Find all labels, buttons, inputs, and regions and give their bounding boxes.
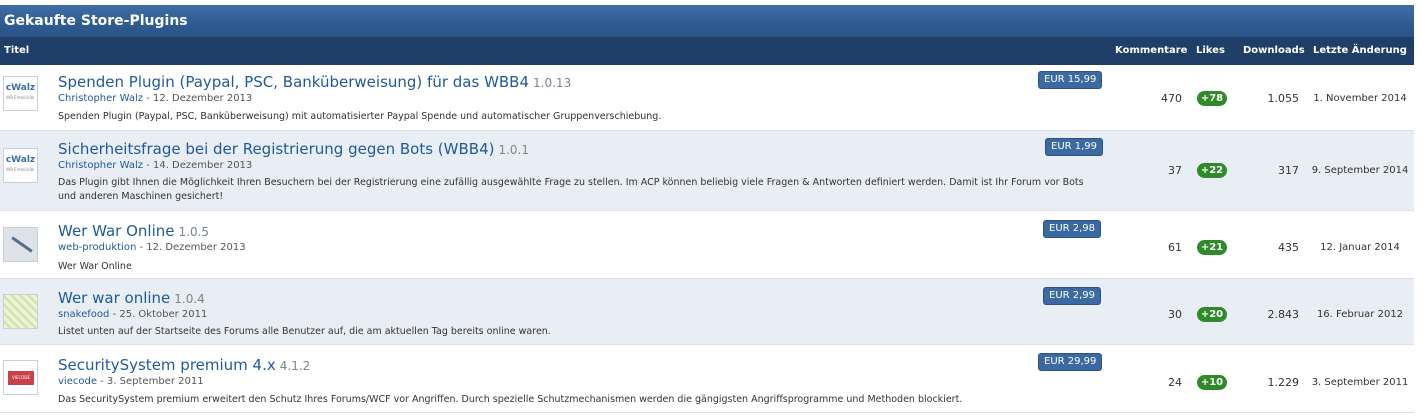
plugin-title-link[interactable]: Spenden Plugin (Paypal, PSC, Banküberwei… <box>58 73 529 91</box>
last-change-date: 1. November 2014 <box>1313 93 1407 104</box>
table-row: VIECODE SecuritySystem premium 4.x 4.1.2 … <box>0 345 1414 413</box>
likes-badge: +78 <box>1197 91 1227 106</box>
cwalz-logo-icon[interactable]: cWalz WB Entwickler <box>3 148 38 183</box>
downloads-count: 435 <box>1278 241 1299 254</box>
plugin-description: Spenden Plugin (Paypal, PSC, Banküberwei… <box>58 111 662 122</box>
likes-badge: +21 <box>1197 240 1227 255</box>
plugin-thumbnail-icon[interactable] <box>3 294 38 329</box>
plugin-version: 1.0.13 <box>533 76 572 90</box>
column-likes[interactable]: Likes <box>1196 45 1225 56</box>
table-row: cWalz WB Entwickler Sicherheitsfrage bei … <box>0 131 1414 211</box>
column-comments[interactable]: Kommentare <box>1115 45 1187 56</box>
plugin-thumbnail-icon[interactable] <box>3 227 38 262</box>
column-last-change[interactable]: Letzte Änderung <box>1313 45 1407 56</box>
column-title[interactable]: Titel <box>4 45 29 56</box>
likes-badge: +22 <box>1197 163 1227 178</box>
publish-date: - 25. Oktober 2011 <box>109 309 208 320</box>
plugin-description: Wer War Online <box>58 261 132 272</box>
price-badge: EUR 29,99 <box>1038 353 1103 371</box>
downloads-count: 2.843 <box>1267 308 1300 321</box>
last-change-date: 16. Februar 2012 <box>1316 309 1404 320</box>
price-badge: EUR 1,99 <box>1045 138 1104 156</box>
plugin-version: 4.1.2 <box>279 359 311 373</box>
store-plugins-panel: Gekaufte Store-Plugins Titel Kommentare … <box>0 0 1414 419</box>
price-badge: EUR 15,99 <box>1038 71 1103 89</box>
author-link[interactable]: snakefood <box>58 309 109 320</box>
cwalz-logo-icon[interactable]: cWalz WB Entwickler <box>3 76 38 111</box>
column-downloads[interactable]: Downloads <box>1243 45 1305 56</box>
last-change-date: 12. Januar 2014 <box>1320 242 1400 253</box>
publish-date: - 12. Dezember 2013 <box>143 93 253 104</box>
likes-badge: +20 <box>1197 307 1227 322</box>
plugin-description: Das Plugin gibt Ihnen die Möglichkeit Ih… <box>58 177 1084 202</box>
viecode-logo-icon[interactable]: VIECODE <box>3 360 38 395</box>
plugin-description: Listet unten auf der Startseite des Foru… <box>58 326 551 337</box>
comments-count: 470 <box>1161 92 1182 105</box>
table-row: Wer war online 1.0.4 snakefood - 25. Okto… <box>0 279 1414 345</box>
plugin-version: 1.0.5 <box>178 225 210 239</box>
panel-title: Gekaufte Store-Plugins <box>0 5 1414 37</box>
plugin-version: 1.0.1 <box>498 143 530 157</box>
author-link[interactable]: Christopher Walz <box>58 93 143 104</box>
comments-count: 24 <box>1168 376 1182 389</box>
publish-date: - 12. Dezember 2013 <box>136 242 246 253</box>
comments-count: 61 <box>1168 241 1182 254</box>
plugin-title-link[interactable]: SecuritySystem premium 4.x <box>58 356 276 374</box>
downloads-count: 1.229 <box>1267 376 1300 389</box>
plugin-list: cWalz WB Entwickler Spenden Plugin (Paypa… <box>0 65 1414 413</box>
table-row: cWalz WB Entwickler Spenden Plugin (Paypa… <box>0 65 1414 131</box>
author-link[interactable]: viecode <box>58 376 97 387</box>
plugin-description: Das SecuritySystem premium erweitert den… <box>58 394 963 405</box>
downloads-count: 1.055 <box>1267 92 1300 105</box>
table-row: Wer War Online 1.0.5 web-produktion - 12.… <box>0 211 1414 279</box>
plugin-title-link[interactable]: Wer war online <box>58 289 170 307</box>
price-badge: EUR 2,99 <box>1043 287 1102 305</box>
author-link[interactable]: web-produktion <box>58 242 136 253</box>
plugin-title-link[interactable]: Sicherheitsfrage bei der Registrierung g… <box>58 140 494 158</box>
publish-date: - 14. Dezember 2013 <box>143 160 253 171</box>
author-link[interactable]: Christopher Walz <box>58 160 143 171</box>
comments-count: 30 <box>1168 308 1182 321</box>
last-change-date: 3. September 2011 <box>1311 377 1409 388</box>
downloads-count: 317 <box>1278 164 1299 177</box>
plugin-version: 1.0.4 <box>174 292 205 306</box>
plugin-title-link[interactable]: Wer War Online <box>58 222 175 240</box>
comments-count: 37 <box>1168 164 1182 177</box>
last-change-date: 9. September 2014 <box>1311 165 1409 176</box>
publish-date: - 3. September 2011 <box>96 376 204 387</box>
price-badge: EUR 2,98 <box>1043 220 1102 238</box>
likes-badge: +10 <box>1197 375 1227 390</box>
column-header-row: Titel Kommentare Likes Downloads Letzte … <box>0 37 1414 65</box>
